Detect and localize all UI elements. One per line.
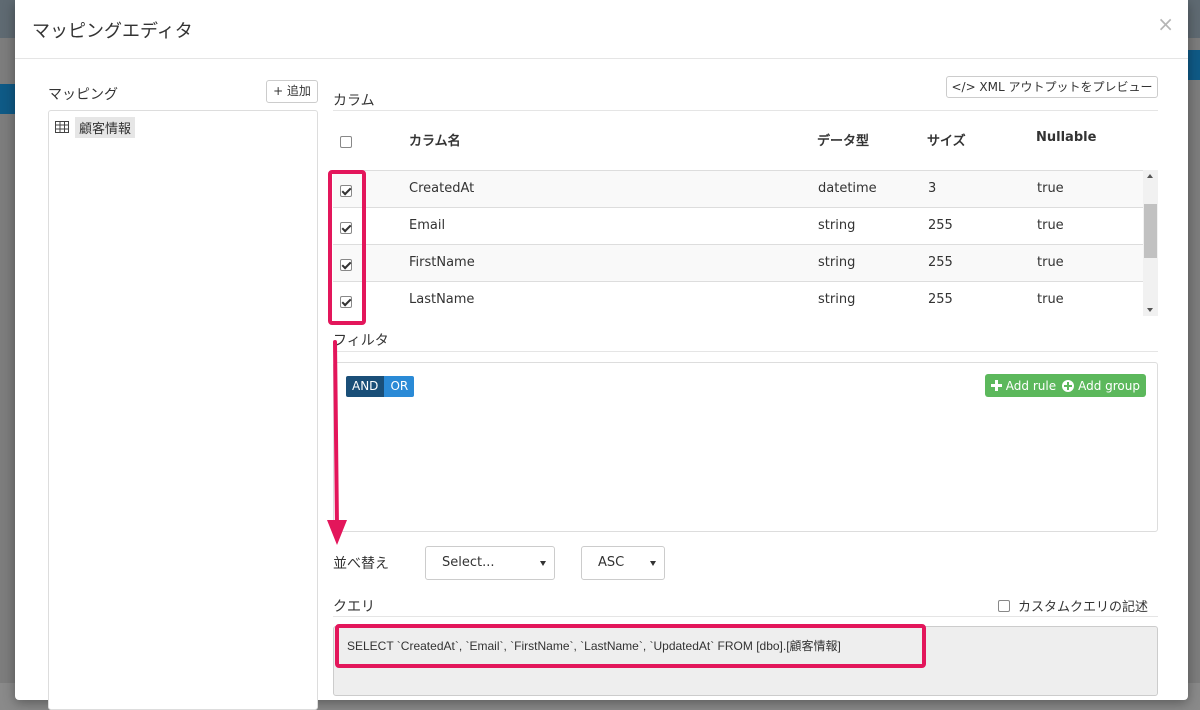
- mapping-tree: 顧客情報: [48, 110, 318, 710]
- custom-query-label: カスタムクエリの記述: [1018, 600, 1149, 615]
- cell-type: string: [818, 292, 856, 307]
- add-group-label: Add group: [1078, 378, 1140, 393]
- modal-header: マッピングエディタ ×: [15, 0, 1188, 59]
- cell-type: datetime: [818, 181, 877, 196]
- cell-type: string: [818, 255, 856, 270]
- table-row[interactable]: Email string 255 true: [333, 208, 1143, 245]
- tree-item-customer[interactable]: 顧客情報: [55, 116, 136, 138]
- sort-field-select[interactable]: Select...: [425, 546, 555, 580]
- add-mapping-button[interactable]: + 追加: [266, 80, 318, 103]
- column-header-size: サイズ: [927, 134, 966, 149]
- custom-query-checkbox[interactable]: [998, 599, 1010, 612]
- cell-name: FirstName: [409, 255, 475, 270]
- sort-label: 並べ替え: [333, 556, 389, 572]
- cell-name: LastName: [409, 292, 475, 307]
- highlight-checkboxes: [328, 170, 366, 325]
- plus-icon: [990, 380, 1002, 391]
- divider: [333, 616, 1158, 617]
- background-nav-left: [0, 84, 16, 114]
- cell-size: 255: [928, 292, 953, 307]
- highlight-query: [335, 624, 926, 668]
- add-group-button[interactable]: Add group: [1062, 379, 1140, 393]
- columns-section-label: カラム: [333, 93, 375, 109]
- cell-name: Email: [409, 218, 446, 233]
- annotation-arrow-icon: [327, 340, 347, 545]
- chevron-down-icon: [540, 561, 546, 566]
- plus-circle-icon: [1062, 379, 1075, 392]
- divider: [333, 351, 1158, 352]
- add-buttons-group: Add rule Add group: [984, 374, 1146, 397]
- cell-size: 255: [928, 218, 953, 233]
- xml-preview-button[interactable]: </> XML アウトプットをプレビュー: [946, 76, 1158, 98]
- table-row[interactable]: CreatedAt datetime 3 true: [333, 171, 1143, 208]
- mapping-label: マッピング: [48, 87, 118, 103]
- scroll-up-icon[interactable]: [1147, 174, 1153, 178]
- cell-nullable: true: [1037, 181, 1064, 196]
- mapping-editor-modal: マッピングエディタ × マッピング + 追加 顧客情報 カラム </> XML …: [15, 0, 1188, 710]
- add-rule-label: Add rule: [1005, 378, 1057, 393]
- close-icon[interactable]: ×: [1157, 14, 1174, 34]
- custom-query-toggle[interactable]: カスタムクエリの記述: [998, 596, 1148, 615]
- scroll-down-icon[interactable]: [1147, 308, 1153, 312]
- column-header-nullable: Nullable: [1036, 130, 1097, 145]
- column-header-type: データ型: [817, 134, 870, 149]
- cell-name: CreatedAt: [409, 181, 475, 196]
- cell-nullable: true: [1037, 292, 1064, 307]
- table-scrollbar[interactable]: [1143, 170, 1158, 316]
- tree-item-label: 顧客情報: [75, 116, 136, 138]
- table-row[interactable]: LastName string 255 true: [333, 282, 1143, 316]
- table-icon: [55, 121, 69, 133]
- query-section-label: クエリ: [333, 599, 375, 615]
- filter-builder: AND OR Add rule Add group: [333, 362, 1158, 532]
- modal-title: マッピングエディタ: [32, 21, 193, 42]
- sort-order-select[interactable]: ASC: [581, 546, 665, 580]
- select-all-checkbox[interactable]: [340, 136, 352, 148]
- cell-type: string: [818, 218, 856, 233]
- chevron-down-icon: [650, 561, 656, 566]
- divider: [333, 110, 1158, 111]
- column-header-name: カラム名: [409, 134, 461, 149]
- columns-table: CreatedAt datetime 3 true Email string 2…: [333, 170, 1143, 316]
- or-button[interactable]: OR: [384, 376, 415, 397]
- table-row[interactable]: FirstName string 255 true: [333, 245, 1143, 282]
- cell-size: 3: [928, 181, 937, 196]
- cell-size: 255: [928, 255, 953, 270]
- sort-order-value: ASC: [598, 555, 625, 570]
- condition-toggle: AND OR: [346, 376, 415, 397]
- scroll-thumb[interactable]: [1144, 204, 1157, 258]
- cell-nullable: true: [1037, 218, 1064, 233]
- cell-nullable: true: [1037, 255, 1064, 270]
- add-rule-button[interactable]: Add rule: [990, 378, 1057, 393]
- sort-field-value: Select...: [442, 555, 495, 570]
